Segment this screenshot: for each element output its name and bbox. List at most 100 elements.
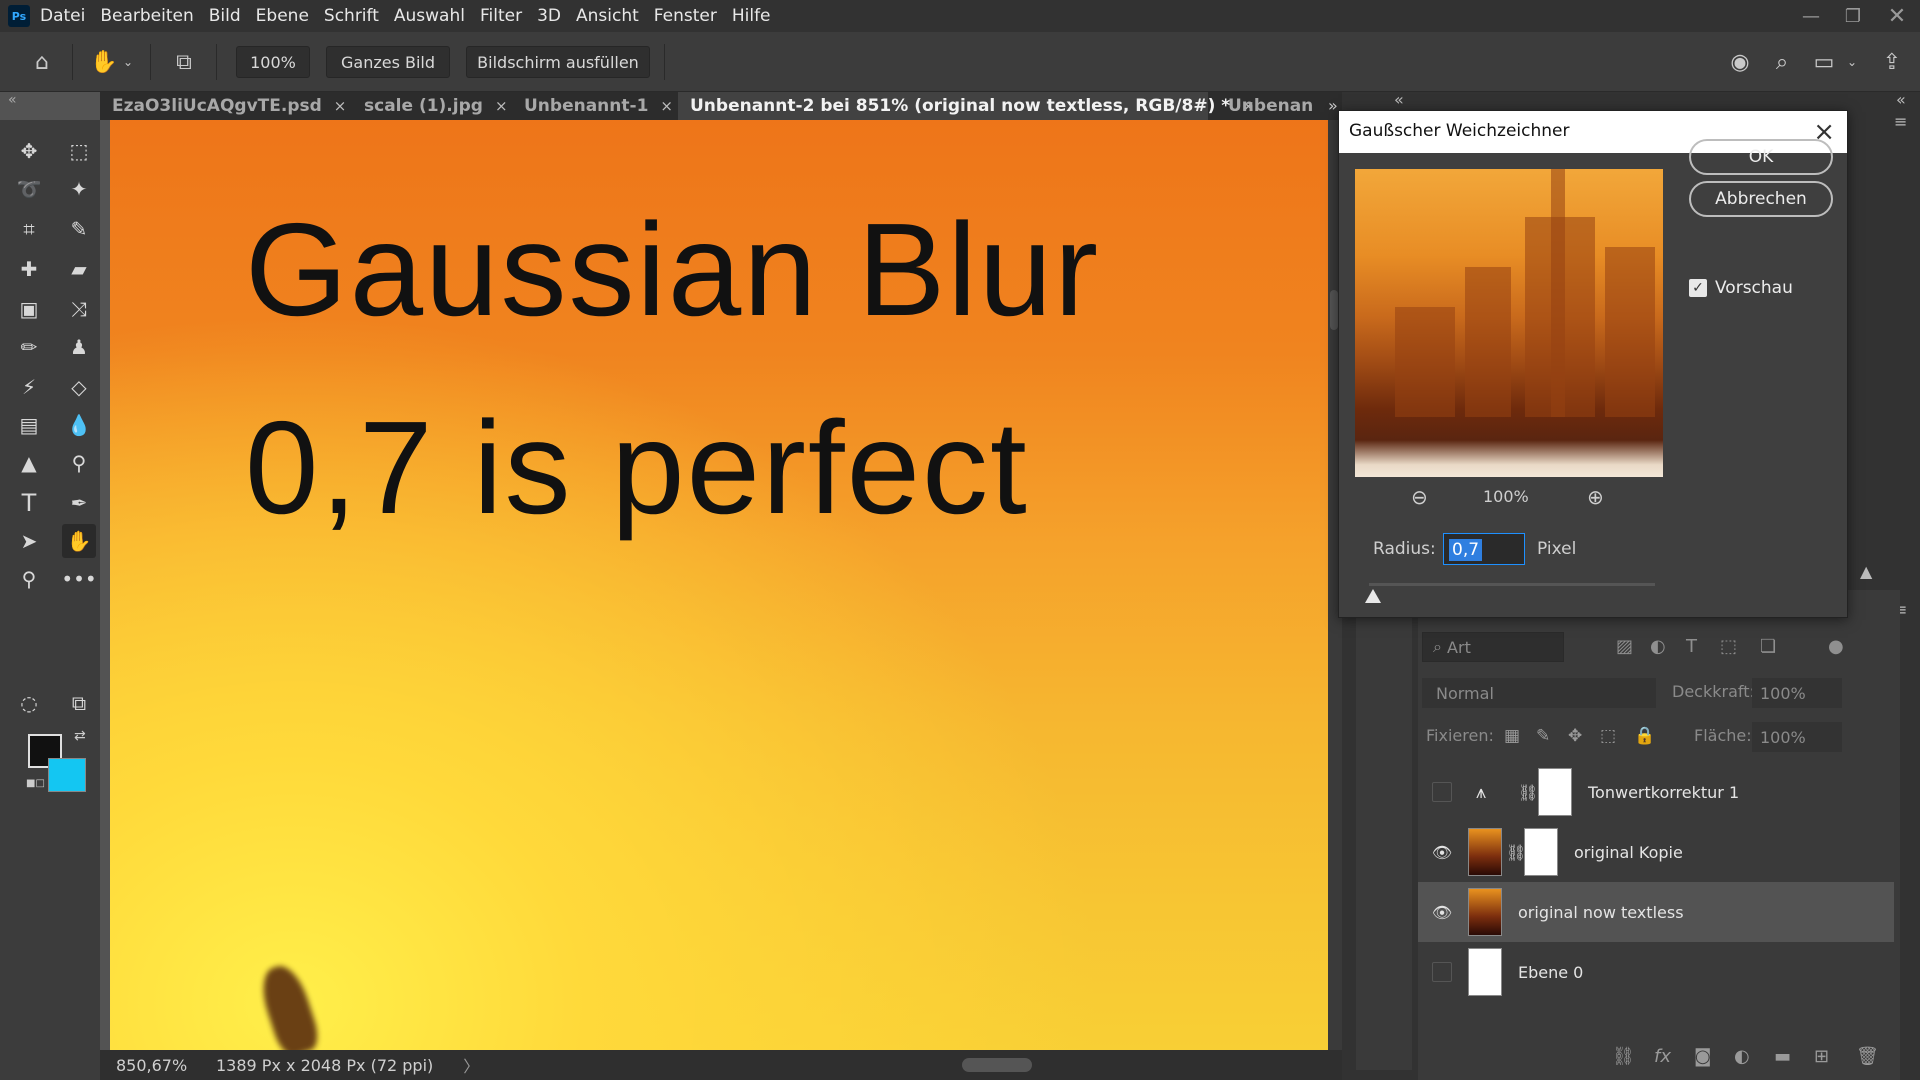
history-brush-tool-icon[interactable]: ⚡: [12, 370, 46, 404]
layer-thumbnail[interactable]: [1468, 948, 1502, 996]
pen-tool-icon[interactable]: ✒: [62, 486, 96, 520]
quick-mask-icon[interactable]: ◌: [12, 686, 46, 720]
hand-tool-icon[interactable]: ✋: [88, 46, 120, 78]
adjustment-filter-icon[interactable]: ◐: [1650, 636, 1666, 657]
expand-dock-icon[interactable]: «: [1896, 90, 1906, 109]
close-window-icon[interactable]: ✕: [1874, 0, 1920, 32]
eraser-tool-icon[interactable]: ◇: [62, 370, 96, 404]
link-layers-icon[interactable]: ⛓: [1612, 1046, 1635, 1067]
menu-auswahl[interactable]: Auswahl: [394, 6, 465, 26]
zoom-out-icon[interactable]: ⊖: [1411, 485, 1428, 509]
add-mask-icon[interactable]: ◙: [1694, 1046, 1711, 1067]
menu-ansicht[interactable]: Ansicht: [576, 6, 639, 26]
tab-scale[interactable]: scale (1).jpg ×: [352, 92, 508, 120]
healing-brush-tool-icon[interactable]: ▰: [62, 252, 96, 286]
document-canvas[interactable]: Gaussian Blur 0,7 is perfect: [110, 120, 1328, 1050]
lasso-tool-icon[interactable]: ➰: [12, 172, 46, 206]
blend-mode-select[interactable]: Normal: [1422, 678, 1656, 708]
learn-icon[interactable]: ◉: [1724, 46, 1756, 78]
chevron-down-icon[interactable]: ⌄: [118, 46, 138, 78]
menu-fenster[interactable]: Fenster: [654, 6, 717, 26]
move-tool-icon[interactable]: ✥: [12, 134, 46, 168]
type-filter-icon[interactable]: T: [1686, 636, 1697, 657]
menu-schrift[interactable]: Schrift: [324, 6, 379, 26]
eyedropper-tool-icon[interactable]: ✎: [62, 212, 96, 246]
eye-icon[interactable]: 👁: [1432, 902, 1452, 922]
opacity-field[interactable]: 100%: [1752, 678, 1842, 708]
close-icon[interactable]: ×: [660, 97, 673, 115]
cancel-button[interactable]: Abbrechen: [1689, 181, 1833, 217]
frame-tool-icon[interactable]: ▣: [12, 292, 46, 326]
menu-hilfe[interactable]: Hilfe: [732, 6, 771, 26]
radius-value[interactable]: 0,7: [1449, 539, 1483, 561]
zoom-tool-icon[interactable]: ⚲: [12, 562, 46, 596]
blur-tool-icon[interactable]: 💧: [62, 408, 96, 442]
new-layer-icon[interactable]: ⊞: [1814, 1046, 1829, 1067]
lock-transparency-icon[interactable]: ▦: [1504, 726, 1520, 746]
radius-slider-thumb[interactable]: [1365, 589, 1381, 603]
layer-thumbnail[interactable]: [1468, 828, 1502, 876]
filter-toggle-icon[interactable]: ●: [1828, 636, 1844, 657]
menu-bearbeiten[interactable]: Bearbeiten: [100, 6, 193, 26]
lock-position-icon[interactable]: ✥: [1568, 726, 1582, 746]
lock-artboard-icon[interactable]: ⬚: [1600, 726, 1616, 746]
lock-all-icon[interactable]: 🔒: [1634, 726, 1655, 746]
tab-ezao3[interactable]: EzaO3liUcAQgvTE.psd ×: [100, 92, 346, 120]
crop-tool-icon[interactable]: ⌗: [12, 212, 46, 246]
default-colors-icon[interactable]: ■□: [26, 778, 45, 789]
preview-checkbox[interactable]: ✓: [1689, 279, 1707, 297]
tab-unbenannt-2[interactable]: Unbenannt-2 bei 851% (original now textl…: [678, 92, 1255, 120]
workspace-icon[interactable]: ▭: [1808, 46, 1840, 78]
close-icon[interactable]: ×: [334, 97, 347, 115]
horizontal-scrollbar-thumb[interactable]: [962, 1058, 1032, 1072]
panel-menu-icon[interactable]: ≡: [1894, 112, 1907, 131]
layer-row[interactable]: Ebene 0: [1418, 942, 1894, 1002]
shape-filter-icon[interactable]: ⬚: [1720, 636, 1737, 657]
scroll-all-windows-icon[interactable]: ⧉: [168, 46, 200, 78]
screen-mode-icon[interactable]: ⧉: [62, 686, 96, 720]
fill-field[interactable]: 100%: [1752, 722, 1842, 752]
share-icon[interactable]: ⇪: [1876, 46, 1908, 78]
close-icon[interactable]: ×: [495, 97, 508, 115]
visibility-toggle[interactable]: [1432, 962, 1452, 982]
menu-bild[interactable]: Bild: [209, 6, 241, 26]
restore-icon[interactable]: ❐: [1832, 0, 1874, 32]
brush-tool-icon[interactable]: ✏: [12, 330, 46, 364]
spot-healing-tool-icon[interactable]: ✚: [12, 252, 46, 286]
ok-button[interactable]: OK: [1689, 139, 1833, 175]
layer-row[interactable]: 👁 ⛓ original Kopie: [1418, 822, 1894, 882]
hand-tool-icon[interactable]: ✋: [62, 524, 96, 558]
collapse-panel-icon[interactable]: ▲: [1860, 562, 1872, 581]
layer-mask-thumbnail[interactable]: [1524, 828, 1558, 876]
collapse-dock-icon[interactable]: «: [1394, 90, 1404, 109]
lock-pixels-icon[interactable]: ✎: [1536, 726, 1550, 746]
gradient-tool-icon[interactable]: ▤: [12, 408, 46, 442]
radius-slider-track[interactable]: [1369, 583, 1655, 586]
dodge-tool-icon[interactable]: ⚲: [62, 446, 96, 480]
zoom-100-button[interactable]: 100%: [236, 46, 310, 78]
link-icon[interactable]: ⛓: [1518, 783, 1538, 802]
fit-screen-button[interactable]: Ganzes Bild: [326, 46, 450, 78]
swap-colors-icon[interactable]: ⇄: [74, 728, 86, 744]
home-icon[interactable]: ⌂: [26, 46, 58, 78]
layer-thumbnail[interactable]: [1468, 888, 1502, 936]
marquee-tool-icon[interactable]: ⬚: [62, 134, 96, 168]
pixel-filter-icon[interactable]: ▨: [1616, 636, 1633, 657]
menu-3d[interactable]: 3D: [537, 6, 561, 26]
background-color-swatch[interactable]: [48, 758, 86, 792]
menu-filter[interactable]: Filter: [480, 6, 522, 26]
type-tool-icon[interactable]: T: [12, 486, 46, 520]
delete-layer-icon[interactable]: 🗑: [1856, 1046, 1879, 1067]
minimize-icon[interactable]: —: [1790, 0, 1832, 32]
zoom-level-field[interactable]: 850,67%: [116, 1056, 206, 1075]
eye-icon[interactable]: 👁: [1432, 842, 1452, 862]
visibility-toggle[interactable]: [1432, 782, 1452, 802]
layer-row-selected[interactable]: 👁 original now textless: [1418, 882, 1894, 942]
magic-wand-tool-icon[interactable]: ✦: [62, 172, 96, 206]
layer-filter-select[interactable]: ⌕ Art: [1422, 632, 1564, 662]
more-tools-icon[interactable]: •••: [61, 562, 96, 596]
tab-unbenannt-1[interactable]: Unbenannt-1 ×: [512, 92, 673, 120]
collapse-toolbar-icon[interactable]: «: [8, 92, 17, 108]
smart-object-filter-icon[interactable]: ❏: [1760, 636, 1776, 657]
clone-stamp-tool-icon[interactable]: ♟: [62, 330, 96, 364]
